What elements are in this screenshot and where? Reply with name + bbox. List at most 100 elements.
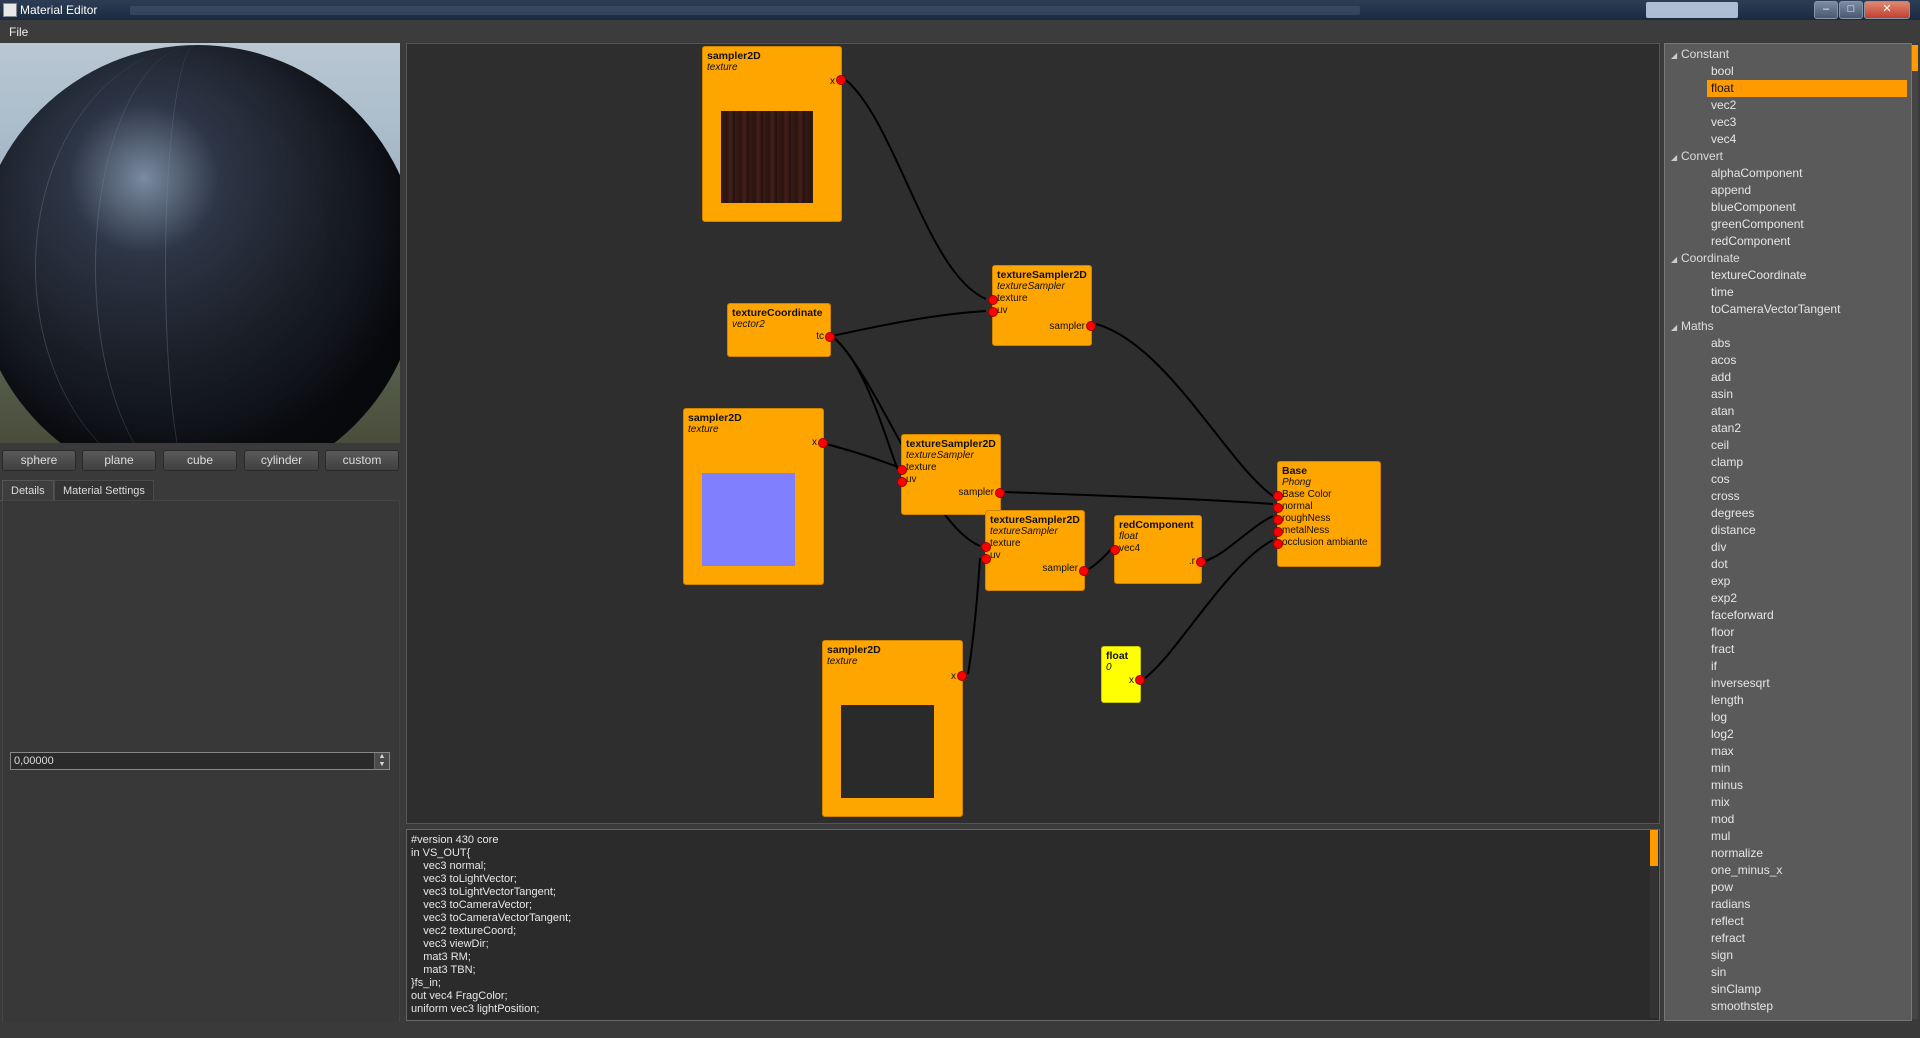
category-constant[interactable]: ◢ Constant (1671, 46, 1729, 63)
output-port[interactable] (957, 671, 967, 681)
library-item-one_minus_x[interactable]: one_minus_x (1707, 862, 1907, 879)
library-item-acos[interactable]: acos (1707, 352, 1907, 369)
input-port[interactable] (981, 542, 991, 552)
node-float[interactable]: float 0 x (1101, 646, 1145, 703)
cube-button[interactable]: cube (163, 450, 237, 471)
input-port[interactable] (1273, 539, 1283, 549)
library-item-append[interactable]: append (1707, 182, 1907, 199)
library-item-bluecomponent[interactable]: blueComponent (1707, 199, 1907, 216)
library-item-log2[interactable]: log2 (1707, 726, 1907, 743)
library-item-atan2[interactable]: atan2 (1707, 420, 1907, 437)
node-sampler2d-2[interactable]: sampler2D texture x (683, 408, 828, 585)
library-item-degrees[interactable]: degrees (1707, 505, 1907, 522)
library-item-max[interactable]: max (1707, 743, 1907, 760)
library-item-reflect[interactable]: reflect (1707, 913, 1907, 930)
spinbox-value[interactable]: 0,00000 (14, 753, 54, 769)
node-sampler2d-3[interactable]: sampler2D texture x (822, 640, 967, 817)
library-item-mod[interactable]: mod (1707, 811, 1907, 828)
library-item-minus[interactable]: minus (1707, 777, 1907, 794)
input-port[interactable] (897, 465, 907, 475)
output-port[interactable] (818, 438, 828, 448)
library-item-sin[interactable]: sin (1707, 964, 1907, 981)
tab-material-settings[interactable]: Material Settings (54, 480, 154, 501)
library-item-redcomponent[interactable]: redComponent (1707, 233, 1907, 250)
output-port[interactable] (1086, 321, 1096, 331)
library-item-min[interactable]: min (1707, 760, 1907, 777)
library-item-atan[interactable]: atan (1707, 403, 1907, 420)
material-preview[interactable] (0, 43, 400, 443)
node-graph-canvas[interactable]: sampler2D texture x textureCoordinate ve… (406, 43, 1660, 824)
library-item-sinclamp[interactable]: sinClamp (1707, 981, 1907, 998)
library-item-greencomponent[interactable]: greenComponent (1707, 216, 1907, 233)
library-item-float[interactable]: float (1707, 80, 1907, 97)
node-red-component[interactable]: redComponent float vec4 .r (1110, 515, 1206, 584)
library-item-alphacomponent[interactable]: alphaComponent (1707, 165, 1907, 182)
library-item-refract[interactable]: refract (1707, 930, 1907, 947)
library-item-normalize[interactable]: normalize (1707, 845, 1907, 862)
node-base-phong[interactable]: Base Phong Base Color normal roughNess m… (1273, 461, 1381, 567)
library-item-mix[interactable]: mix (1707, 794, 1907, 811)
custom-button[interactable]: custom (325, 450, 399, 471)
library-item-if[interactable]: if (1707, 658, 1907, 675)
library-item-clamp[interactable]: clamp (1707, 454, 1907, 471)
library-item-vec4[interactable]: vec4 (1707, 131, 1907, 148)
library-item-log[interactable]: log (1707, 709, 1907, 726)
library-item-vec3[interactable]: vec3 (1707, 114, 1907, 131)
library-item-faceforward[interactable]: faceforward (1707, 607, 1907, 624)
library-item-vec2[interactable]: vec2 (1707, 97, 1907, 114)
library-item-tocameravectortangent[interactable]: toCameraVectorTangent (1707, 301, 1907, 318)
library-item-floor[interactable]: floor (1707, 624, 1907, 641)
library-item-div[interactable]: div (1707, 539, 1907, 556)
category-convert[interactable]: ◢ Convert (1671, 148, 1723, 165)
library-item-asin[interactable]: asin (1707, 386, 1907, 403)
library-item-distance[interactable]: distance (1707, 522, 1907, 539)
node-library-scrollbar-thumb[interactable] (1912, 45, 1918, 71)
library-item-sign[interactable]: sign (1707, 947, 1907, 964)
category-maths[interactable]: ◢ Maths (1671, 318, 1714, 335)
expand-arrow-icon[interactable]: ◢ (1671, 47, 1681, 64)
spinbox-arrows-icon[interactable]: ▲ ▼ (374, 753, 389, 769)
input-port[interactable] (1273, 527, 1283, 537)
expand-arrow-icon[interactable]: ◢ (1671, 149, 1681, 166)
close-button[interactable]: ✕ (1864, 1, 1910, 19)
shader-code[interactable]: #version 430 core in VS_OUT{ vec3 normal;… (411, 834, 571, 1016)
input-port[interactable] (1273, 503, 1283, 513)
plane-button[interactable]: plane (82, 450, 156, 471)
node-library-tree[interactable]: ◢ Constant bool float vec2 vec3 vec4 ◢ Convert al… (1664, 43, 1912, 1021)
cylinder-button[interactable]: cylinder (244, 450, 319, 471)
library-item-mul[interactable]: mul (1707, 828, 1907, 845)
library-item-abs[interactable]: abs (1707, 335, 1907, 352)
library-item-length[interactable]: length (1707, 692, 1907, 709)
tab-details[interactable]: Details (2, 480, 54, 501)
output-port[interactable] (1196, 557, 1206, 567)
input-port[interactable] (1110, 545, 1120, 555)
library-item-pow[interactable]: pow (1707, 879, 1907, 896)
library-item-ceil[interactable]: ceil (1707, 437, 1907, 454)
library-item-bool[interactable]: bool (1707, 63, 1907, 80)
input-port[interactable] (981, 554, 991, 564)
sphere-button[interactable]: sphere (2, 450, 76, 471)
category-coordinate[interactable]: ◢ Coordinate (1671, 250, 1740, 267)
input-port[interactable] (1273, 515, 1283, 525)
expand-arrow-icon[interactable]: ◢ (1671, 251, 1681, 268)
code-scrollbar[interactable] (1650, 830, 1658, 1018)
library-item-smoothstep[interactable]: smoothstep (1707, 998, 1907, 1015)
output-port[interactable] (1135, 675, 1145, 685)
library-item-cos[interactable]: cos (1707, 471, 1907, 488)
library-item-radians[interactable]: radians (1707, 896, 1907, 913)
output-port[interactable] (995, 488, 1005, 498)
maximize-button[interactable]: □ (1839, 1, 1863, 19)
node-sampler2d-1[interactable]: sampler2D texture x (702, 46, 846, 222)
node-texture-sampler-1[interactable]: textureSampler2D textureSampler texture … (988, 265, 1096, 346)
menu-file[interactable]: File (9, 25, 28, 39)
library-item-dot[interactable]: dot (1707, 556, 1907, 573)
library-item-exp2[interactable]: exp2 (1707, 590, 1907, 607)
output-port[interactable] (836, 75, 846, 85)
library-item-time[interactable]: time (1707, 284, 1907, 301)
node-texture-sampler-2[interactable]: textureSampler2D textureSampler texture … (897, 434, 1005, 515)
library-item-cross[interactable]: cross (1707, 488, 1907, 505)
input-port[interactable] (988, 295, 998, 305)
library-item-fract[interactable]: fract (1707, 641, 1907, 658)
node-library-scrollbar[interactable] (1912, 45, 1918, 1019)
node-texture-sampler-3[interactable]: textureSampler2D textureSampler texture … (981, 510, 1089, 591)
